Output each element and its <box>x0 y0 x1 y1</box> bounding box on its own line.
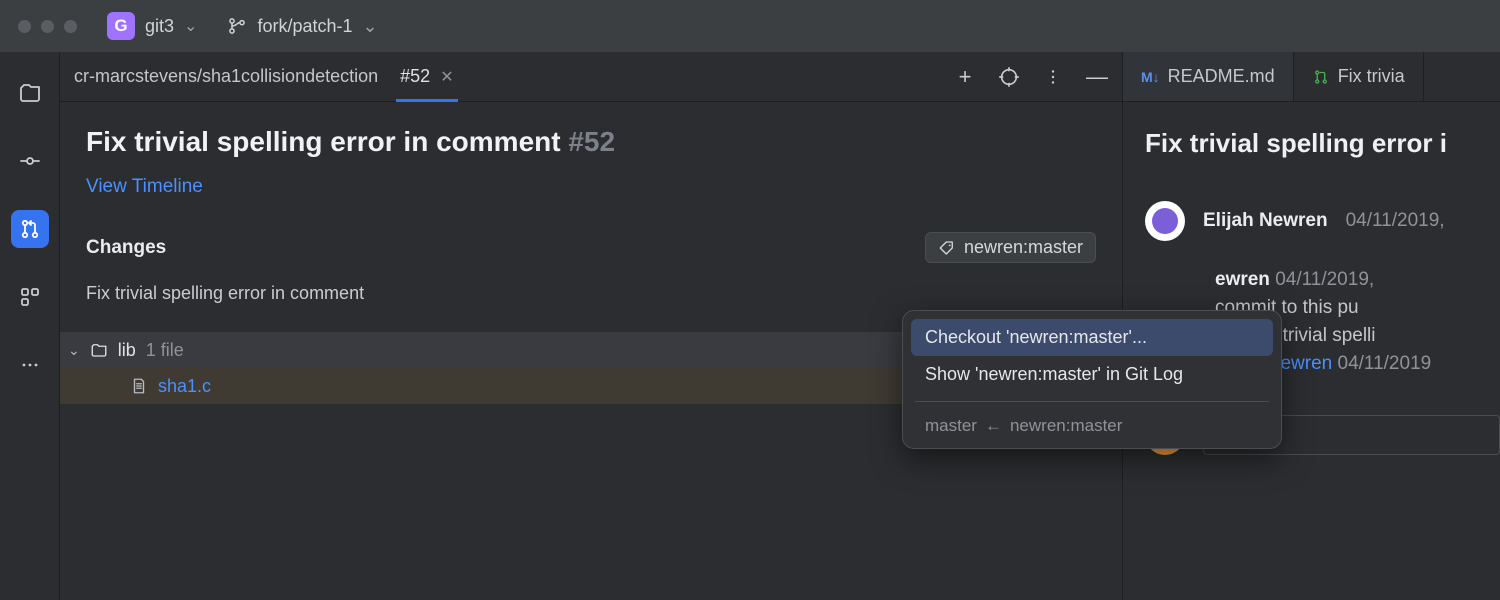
chevron-down-icon: ⌄ <box>184 16 197 36</box>
branch-chip-label: newren:master <box>964 237 1083 258</box>
tab-pr-52[interactable]: #52 ✕ <box>400 52 453 101</box>
editor-area: cr-marcstevens/sha1collisiondetection #5… <box>60 52 1122 600</box>
ctx-show-in-git-log[interactable]: Show 'newren:master' in Git Log <box>911 356 1273 393</box>
focus-icon[interactable] <box>998 66 1020 88</box>
dir-count: 1 file <box>146 340 184 361</box>
close-icon[interactable]: ✕ <box>440 67 453 87</box>
ctx-merge-direction: master ← newren:master <box>911 410 1273 440</box>
details-title: Fix trivial spelling error i <box>1145 128 1500 159</box>
rail-project-icon[interactable] <box>11 74 49 112</box>
separator <box>915 401 1269 402</box>
rail-pull-requests-icon[interactable] <box>11 210 49 248</box>
chevron-down-icon: ⌄ <box>362 16 377 37</box>
author-name: Elijah Newren <box>1203 210 1328 232</box>
arrow-left-icon: ← <box>985 416 1002 436</box>
chevron-down-icon: ⌄ <box>68 342 80 359</box>
pr-content: Fix trivial spelling error in comment #5… <box>60 102 1122 304</box>
branch-name: fork/patch-1 <box>257 16 352 37</box>
rail-commit-icon[interactable] <box>11 142 49 180</box>
editor-tabs: cr-marcstevens/sha1collisiondetection #5… <box>60 52 1122 102</box>
ctx-checkout-branch[interactable]: Checkout 'newren:master'... <box>911 319 1273 356</box>
minimize-dot-icon[interactable] <box>41 20 54 33</box>
workspace-selector[interactable]: G git3 ⌄ <box>107 12 197 40</box>
branch-selector[interactable]: fork/patch-1 ⌄ <box>227 16 377 37</box>
file-name: sha1.c <box>158 376 211 397</box>
view-timeline-link[interactable]: View Timeline <box>86 176 1096 198</box>
commit-message: Fix trivial spelling error in comment <box>86 283 1096 304</box>
file-icon <box>130 377 148 395</box>
branch-context-menu: Checkout 'newren:master'... Show 'newren… <box>902 310 1282 449</box>
pull-request-icon <box>1312 68 1330 86</box>
tag-icon <box>938 239 956 257</box>
details-tabs: M↓ README.md Fix trivia <box>1123 52 1500 102</box>
add-tab-icon[interactable]: + <box>954 66 976 88</box>
pr-title: Fix trivial spelling error in comment #5… <box>86 126 1096 158</box>
branch-icon <box>227 16 247 36</box>
zoom-dot-icon[interactable] <box>64 20 77 33</box>
kebab-icon[interactable] <box>1042 66 1064 88</box>
minimize-panel-icon[interactable]: — <box>1086 66 1108 88</box>
changes-heading: Changes <box>86 237 166 259</box>
avatar[interactable] <box>1145 201 1185 241</box>
window-controls[interactable] <box>18 20 77 33</box>
titlebar: G git3 ⌄ fork/patch-1 ⌄ <box>0 0 1500 52</box>
rail-structure-icon[interactable] <box>11 278 49 316</box>
tab-label: #52 <box>400 66 430 87</box>
tab-pr-details[interactable]: Fix trivia <box>1294 52 1424 101</box>
source-branch-chip[interactable]: newren:master <box>925 232 1096 263</box>
activity-date: 04/11/2019, <box>1346 210 1445 232</box>
close-dot-icon[interactable] <box>18 20 31 33</box>
folder-icon <box>90 341 108 359</box>
breadcrumb[interactable]: cr-marcstevens/sha1collisiondetection <box>74 66 378 87</box>
tool-rail <box>0 52 60 600</box>
activity-author-row: Elijah Newren 04/11/2019, <box>1145 201 1500 241</box>
rail-more-icon[interactable] <box>11 346 49 384</box>
dir-name: lib <box>118 340 136 361</box>
markdown-icon: M↓ <box>1141 69 1160 85</box>
workspace-name: git3 <box>145 16 174 37</box>
workspace-badge: G <box>107 12 135 40</box>
tab-readme[interactable]: M↓ README.md <box>1123 52 1294 101</box>
pr-number: #52 <box>568 126 615 157</box>
